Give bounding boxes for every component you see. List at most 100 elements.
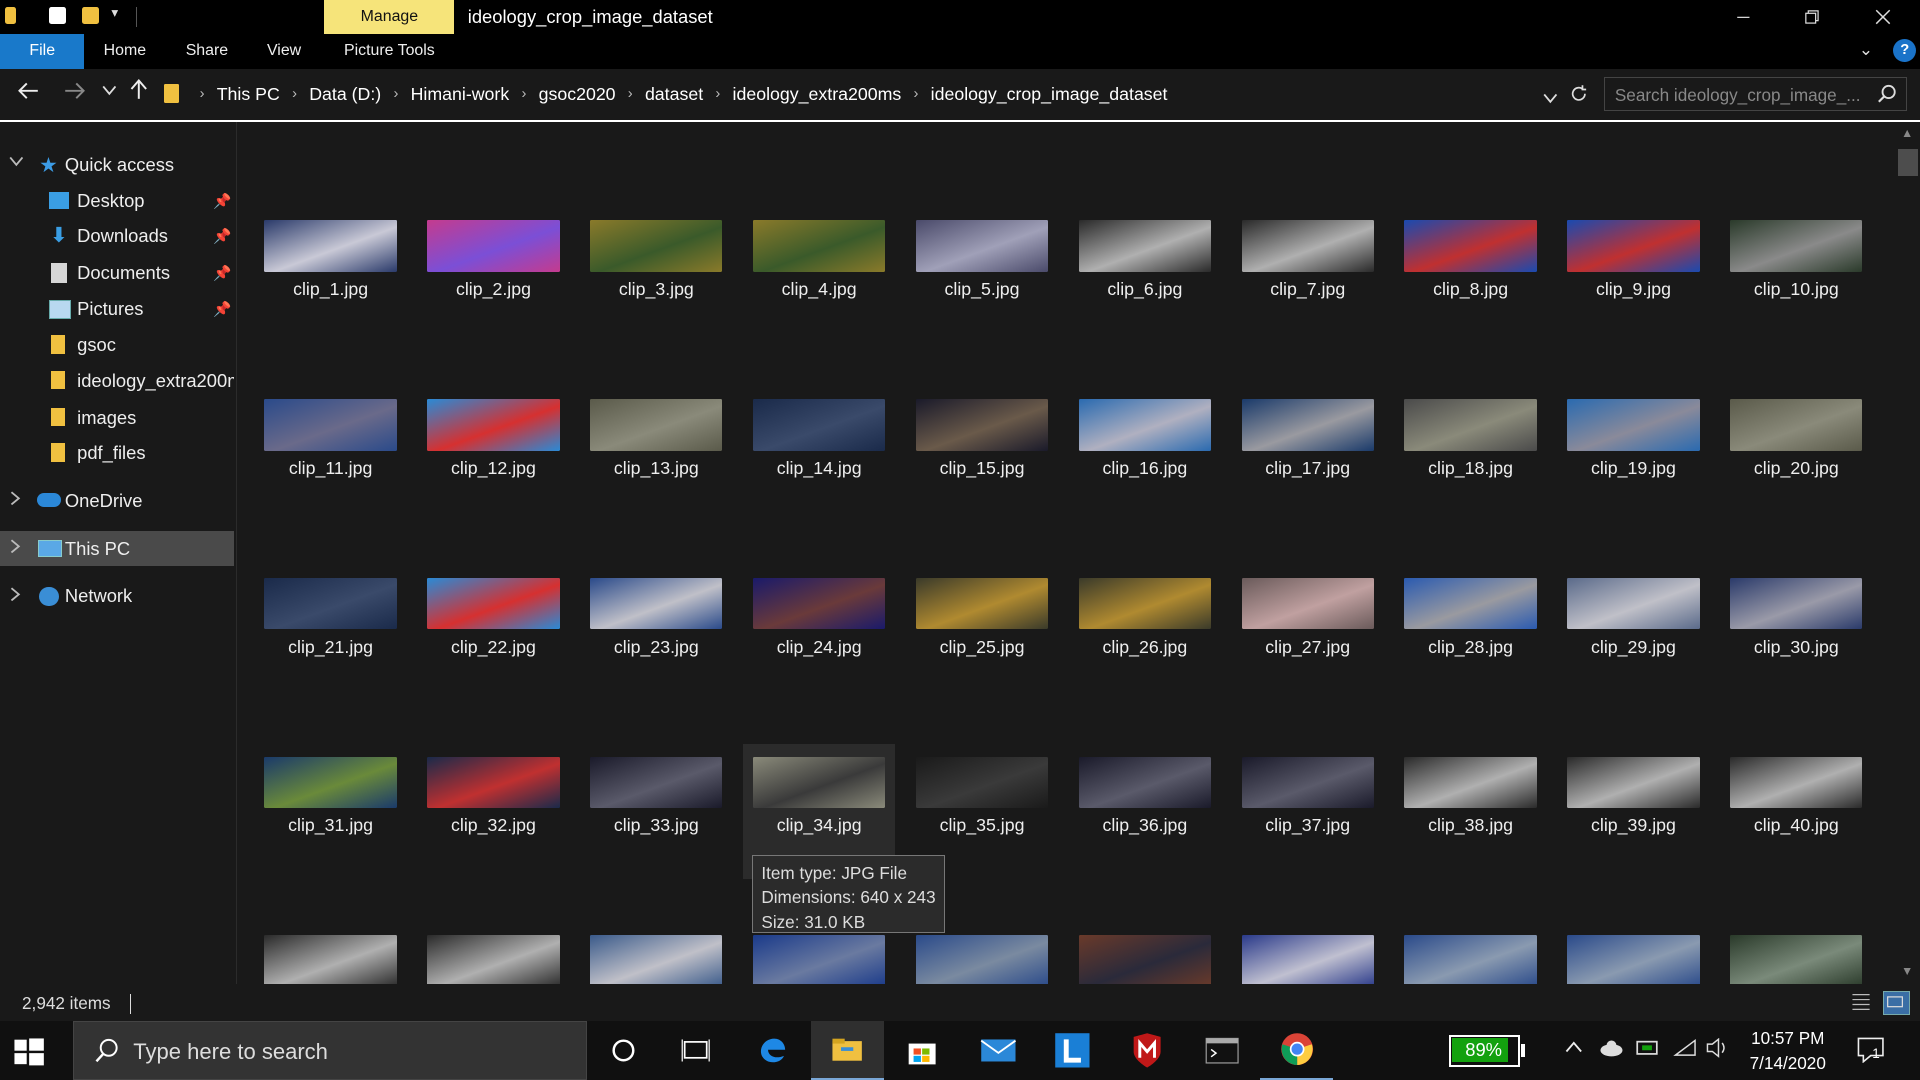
nav-onedrive[interactable]: OneDrive	[0, 484, 234, 518]
nav-item-gsoc[interactable]: gsoc	[0, 328, 234, 362]
file-thumbnail[interactable]: clip_27.jpg	[1232, 566, 1384, 701]
file-thumbnail[interactable]: clip_6.jpg	[1069, 208, 1221, 343]
file-thumbnail[interactable]: clip_29.jpg	[1558, 566, 1710, 701]
nav-item-downloads[interactable]: ⬇ Downloads 📌	[0, 219, 234, 253]
battery-indicator[interactable]: 89%	[1448, 1034, 1520, 1067]
file-thumbnail[interactable]: clip_13.jpg	[580, 387, 732, 522]
edge-button[interactable]	[736, 1021, 809, 1080]
file-thumbnail[interactable]	[1395, 923, 1547, 985]
chevron-right-icon[interactable]	[9, 539, 21, 558]
file-thumbnail[interactable]	[1069, 923, 1221, 985]
tab-home[interactable]: Home	[93, 34, 157, 68]
file-thumbnail[interactable]: clip_22.jpg	[418, 566, 570, 701]
microsoft-store-button[interactable]	[885, 1021, 958, 1080]
file-thumbnail[interactable]: clip_14.jpg	[743, 387, 895, 522]
file-thumbnail[interactable]: clip_15.jpg	[906, 387, 1058, 522]
mcafee-button[interactable]	[1111, 1021, 1184, 1080]
chevron-down-icon[interactable]	[9, 155, 24, 171]
wifi-icon[interactable]	[1672, 1038, 1697, 1063]
new-folder-icon[interactable]	[82, 7, 100, 25]
breadcrumb-gsoc2020[interactable]: gsoc2020	[535, 84, 619, 105]
breadcrumb-himani-work[interactable]: Himani-work	[407, 84, 513, 105]
manage-tab[interactable]: Manage	[324, 0, 455, 35]
chevron-right-icon[interactable]: ›	[284, 86, 306, 102]
file-thumbnail[interactable]	[1558, 923, 1710, 985]
search-icon[interactable]	[1877, 84, 1897, 110]
file-thumbnail[interactable]: clip_8.jpg	[1395, 208, 1547, 343]
volume-icon[interactable]	[1705, 1038, 1729, 1063]
chrome-button[interactable]	[1260, 1021, 1334, 1080]
task-view-button[interactable]	[659, 1021, 732, 1080]
recent-locations-button[interactable]	[96, 78, 123, 107]
search-input[interactable]	[1605, 78, 1875, 113]
file-thumbnail[interactable]	[1720, 923, 1872, 985]
nav-item-documents[interactable]: Documents 📌	[0, 256, 234, 290]
file-thumbnail[interactable]: clip_37.jpg	[1232, 744, 1384, 879]
nav-item-ideology-extra200ms[interactable]: ideology_extra200ms	[0, 364, 234, 398]
cortana-button[interactable]	[587, 1021, 660, 1080]
customize-quick-access-icon[interactable]: ▾	[111, 5, 118, 21]
file-thumbnail[interactable]	[255, 923, 407, 985]
file-thumbnail[interactable]: clip_40.jpg	[1720, 744, 1872, 879]
tab-view[interactable]: View	[255, 34, 314, 68]
pin-icon[interactable]: 📌	[213, 300, 231, 318]
file-thumbnail[interactable]: clip_31.jpg	[255, 744, 407, 879]
tab-file[interactable]: File	[0, 34, 85, 69]
scroll-up-button[interactable]: ▲	[1894, 122, 1920, 144]
file-thumbnail[interactable]: clip_36.jpg	[1069, 744, 1221, 879]
show-hidden-icons-button[interactable]	[1564, 1038, 1584, 1060]
system-clock[interactable]: 10:57 PM 7/14/2020	[1729, 1026, 1847, 1075]
action-center-button[interactable]: 1	[1856, 1036, 1885, 1064]
search-box[interactable]	[1604, 77, 1907, 113]
file-thumbnail[interactable]: clip_38.jpg	[1395, 744, 1547, 879]
close-button[interactable]	[1849, 0, 1918, 34]
file-thumbnail[interactable]: clip_24.jpg	[743, 566, 895, 701]
file-thumbnail[interactable]: clip_4.jpg	[743, 208, 895, 343]
tab-share[interactable]: Share	[175, 34, 239, 68]
nav-this-pc[interactable]: This PC	[0, 531, 234, 566]
file-thumbnail[interactable]: clip_3.jpg	[580, 208, 732, 343]
file-thumbnail[interactable]: clip_23.jpg	[580, 566, 732, 701]
pin-icon[interactable]: 📌	[213, 192, 231, 210]
file-thumbnail[interactable]: clip_11.jpg	[255, 387, 407, 522]
details-view-button[interactable]	[1850, 991, 1874, 1013]
vertical-scrollbar[interactable]: ▲ ▼	[1894, 122, 1920, 985]
terminal-button[interactable]	[1185, 1021, 1258, 1080]
file-thumbnail[interactable]: clip_9.jpg	[1558, 208, 1710, 343]
chevron-right-icon[interactable]: ›	[619, 86, 641, 102]
file-thumbnail[interactable]	[1232, 923, 1384, 985]
start-button[interactable]	[12, 1036, 46, 1068]
file-thumbnail[interactable]: clip_30.jpg	[1720, 566, 1872, 701]
file-thumbnail[interactable]: clip_12.jpg	[418, 387, 570, 522]
nav-quick-access[interactable]: ★ Quick access	[0, 148, 234, 182]
onedrive-tray-icon[interactable]	[1598, 1038, 1625, 1063]
address-history-dropdown[interactable]	[1543, 87, 1558, 110]
file-thumbnail[interactable]	[418, 923, 570, 985]
file-thumbnail[interactable]: clip_33.jpg	[580, 744, 732, 879]
chevron-right-icon[interactable]	[9, 587, 21, 606]
device-tray-icon[interactable]	[1636, 1038, 1660, 1063]
mail-button[interactable]	[961, 1021, 1034, 1080]
address-bar[interactable]: › This PC › Data (D:) › Himani-work › gs…	[159, 77, 1592, 112]
taskbar-search-input[interactable]	[130, 1034, 577, 1069]
scroll-thumb[interactable]	[1897, 149, 1918, 177]
help-icon[interactable]: ?	[1893, 39, 1917, 63]
file-view[interactable]: clip_1.jpg clip_2.jpg clip_3.jpg clip_4.jpg…	[237, 122, 1894, 985]
file-thumbnail[interactable]	[580, 923, 732, 985]
file-thumbnail[interactable]: clip_17.jpg	[1232, 387, 1384, 522]
file-thumbnail[interactable]: clip_39.jpg	[1558, 744, 1710, 879]
file-thumbnail[interactable]: clip_16.jpg	[1069, 387, 1221, 522]
app-l-button[interactable]	[1036, 1021, 1109, 1080]
file-thumbnail[interactable]: clip_18.jpg	[1395, 387, 1547, 522]
file-thumbnail[interactable]: clip_2.jpg	[418, 208, 570, 343]
up-button[interactable]	[125, 78, 152, 107]
file-thumbnail[interactable]: clip_21.jpg	[255, 566, 407, 701]
file-thumbnail[interactable]: clip_5.jpg	[906, 208, 1058, 343]
breadcrumb-ideology-crop-image-dataset[interactable]: ideology_crop_image_dataset	[927, 84, 1171, 105]
nav-item-pictures[interactable]: Pictures 📌	[0, 291, 234, 325]
chevron-right-icon[interactable]	[9, 491, 21, 510]
file-thumbnail[interactable]: clip_7.jpg	[1232, 208, 1384, 343]
breadcrumb-data-d[interactable]: Data (D:)	[306, 84, 385, 105]
chevron-right-icon[interactable]: ›	[905, 86, 927, 102]
file-thumbnail[interactable]: clip_10.jpg	[1720, 208, 1872, 343]
